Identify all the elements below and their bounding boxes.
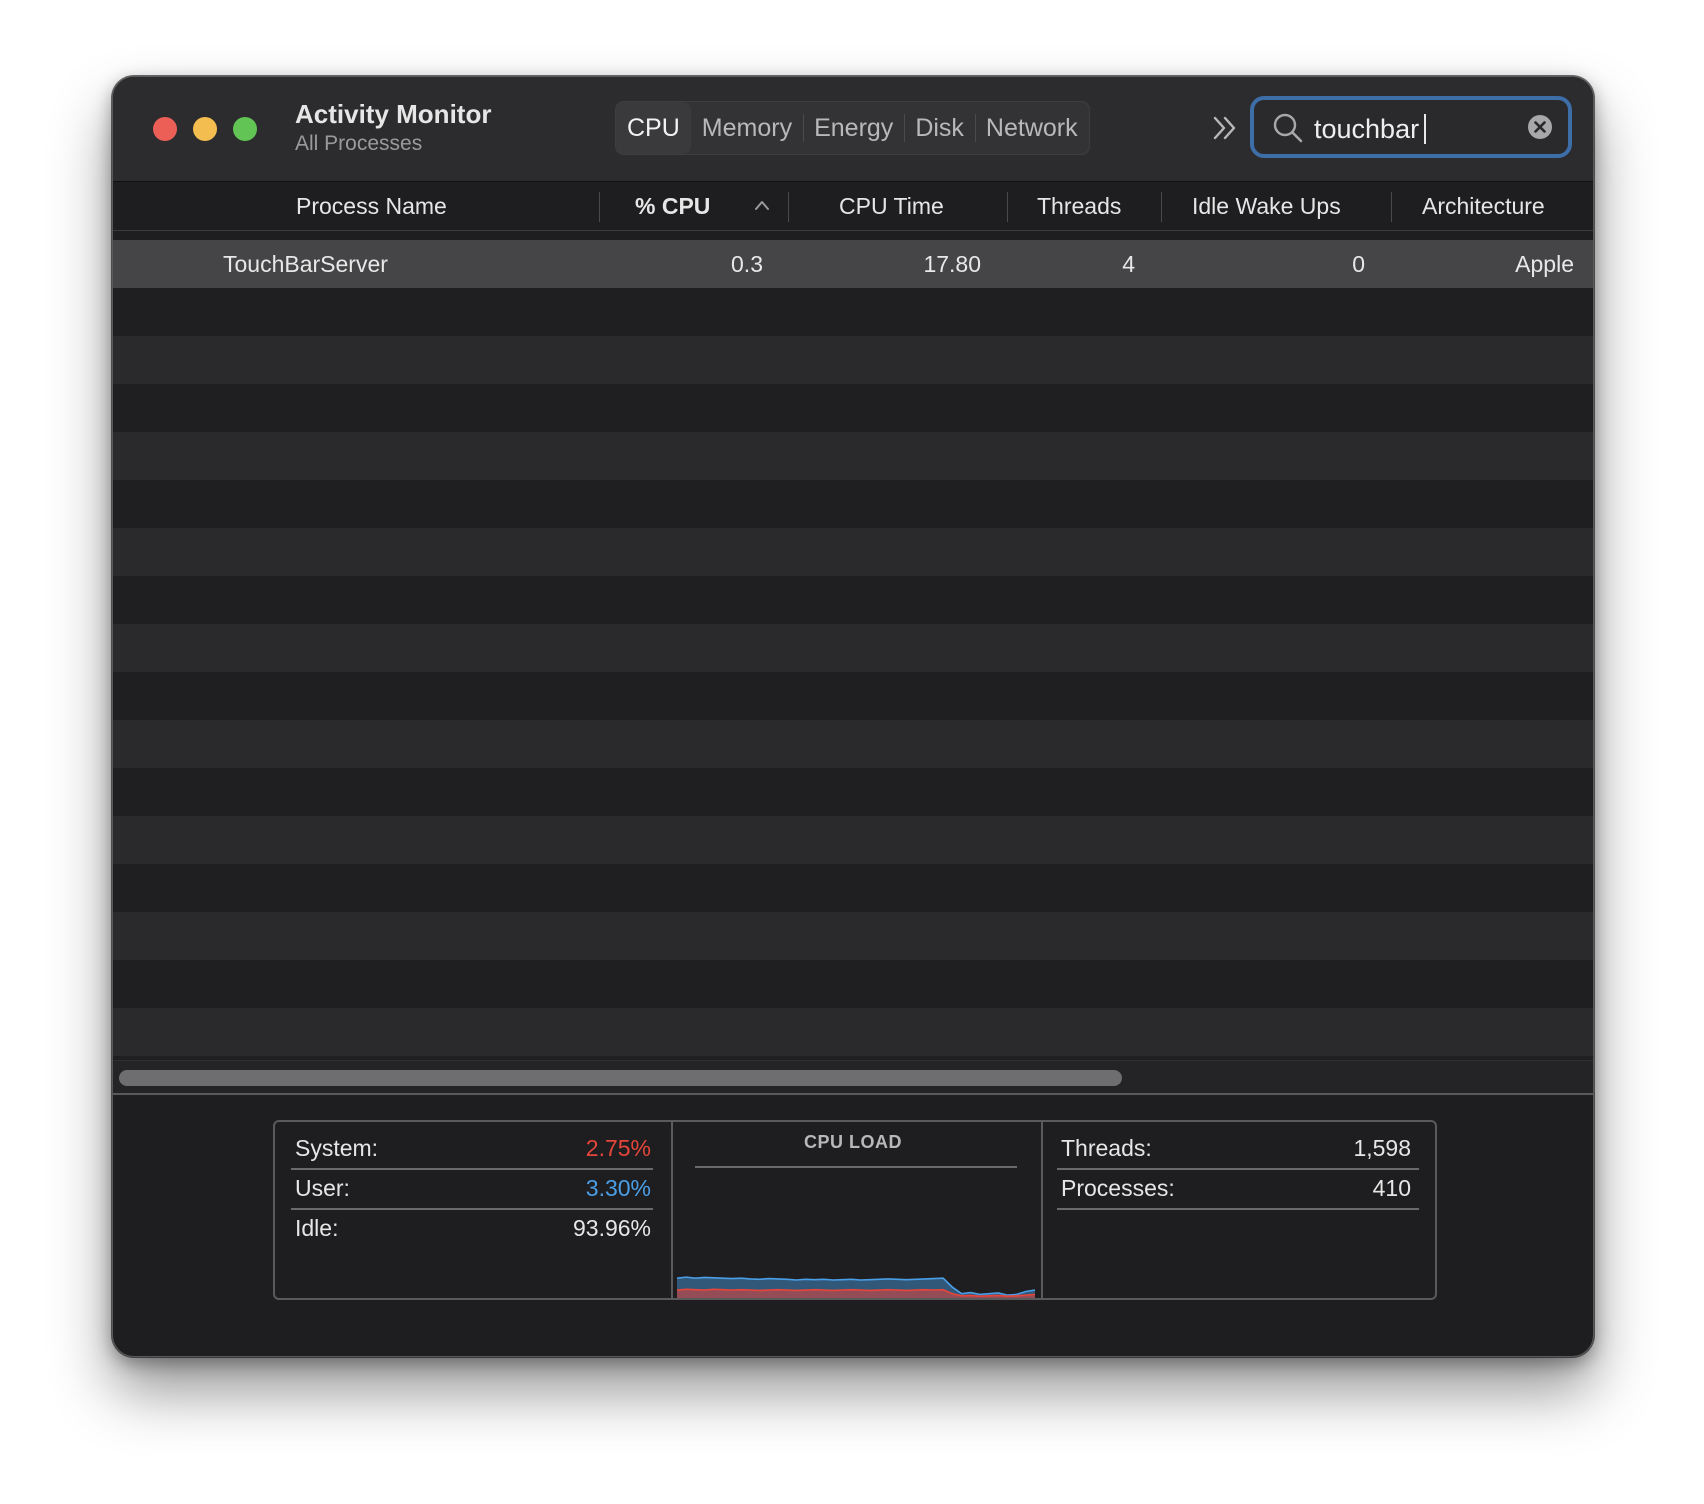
maximize-window-button[interactable] [233, 117, 257, 141]
architecture-cell: Apple [1515, 251, 1574, 277]
idle-wake-ups-cell: 0 [1352, 251, 1365, 277]
search-field[interactable] [1250, 96, 1572, 158]
process-table-body: TouchBarServer 0.3 17.80 4 0 Apple [113, 240, 1593, 1060]
sort-ascending-chevron-icon [754, 198, 770, 210]
column-header-cpu-percent[interactable]: % CPU [635, 182, 710, 230]
column-header-threads[interactable]: Threads [1037, 182, 1121, 230]
scrollbar-thumb[interactable] [119, 1070, 1122, 1086]
cpu-summary-panel: System: 2.75% User: 3.30% Idle: 93.96% C… [273, 1120, 1437, 1300]
column-divider[interactable] [1391, 192, 1392, 222]
close-window-button[interactable] [153, 117, 177, 141]
cpu-percent-cell: 0.3 [731, 251, 763, 277]
threads-cell: 4 [1122, 251, 1135, 277]
column-header-process-name[interactable]: Process Name [296, 182, 447, 230]
table-row[interactable]: TouchBarServer 0.3 17.80 4 0 Apple [113, 240, 1593, 288]
minimize-window-button[interactable] [193, 117, 217, 141]
toolbar: Activity Monitor All Processes CPU Memor… [113, 77, 1593, 182]
horizontal-scrollbar[interactable] [113, 1060, 1593, 1093]
divider [113, 1093, 1593, 1095]
column-header-cpu-time[interactable]: CPU Time [839, 182, 944, 230]
processes-value: 410 [1372, 1175, 1411, 1201]
tab-energy[interactable]: Energy [803, 102, 904, 154]
column-divider[interactable] [1007, 192, 1008, 222]
tab-memory[interactable]: Memory [691, 102, 803, 154]
clear-search-icon[interactable] [1526, 113, 1554, 141]
column-divider[interactable] [599, 192, 600, 222]
idle-label: Idle: [295, 1215, 339, 1241]
search-input[interactable] [1314, 112, 1504, 146]
panel-divider [671, 1122, 673, 1298]
threads-value: 1,598 [1353, 1135, 1411, 1161]
threads-label: Threads: [1061, 1135, 1152, 1161]
divider [695, 1166, 1017, 1168]
system-value: 2.75% [585, 1135, 651, 1161]
process-name-cell: TouchBarServer [223, 251, 388, 277]
activity-monitor-window: Activity Monitor All Processes CPU Memor… [112, 76, 1594, 1357]
cpu-load-title: CPU LOAD [804, 1132, 902, 1152]
user-value: 3.30% [585, 1175, 651, 1201]
tab-cpu[interactable]: CPU [616, 102, 691, 154]
divider [1057, 1208, 1419, 1210]
cpu-load-graph [677, 1276, 1035, 1298]
window-subtitle: All Processes [295, 132, 423, 155]
panel-divider [1041, 1122, 1043, 1298]
column-header-idle-wake-ups[interactable]: Idle Wake Ups [1192, 182, 1341, 230]
processes-label: Processes: [1061, 1175, 1175, 1201]
toolbar-overflow-chevron-icon[interactable] [1209, 111, 1243, 145]
text-caret [1424, 114, 1426, 144]
table-header: Process Name % CPU CPU Time Threads Idle… [113, 182, 1593, 231]
system-label: System: [295, 1135, 379, 1161]
column-divider[interactable] [788, 192, 789, 222]
magnifying-glass-icon [1272, 112, 1304, 144]
idle-value: 93.96% [572, 1215, 651, 1241]
tab-network[interactable]: Network [974, 102, 1089, 154]
column-header-architecture[interactable]: Architecture [1422, 182, 1545, 230]
view-tabs: CPU Memory Energy Disk Network [615, 101, 1090, 155]
cpu-time-cell: 17.80 [923, 251, 981, 277]
tab-disk[interactable]: Disk [904, 102, 975, 154]
window-title: Activity Monitor [295, 99, 492, 129]
user-label: User: [295, 1175, 350, 1201]
column-divider[interactable] [1161, 192, 1162, 222]
